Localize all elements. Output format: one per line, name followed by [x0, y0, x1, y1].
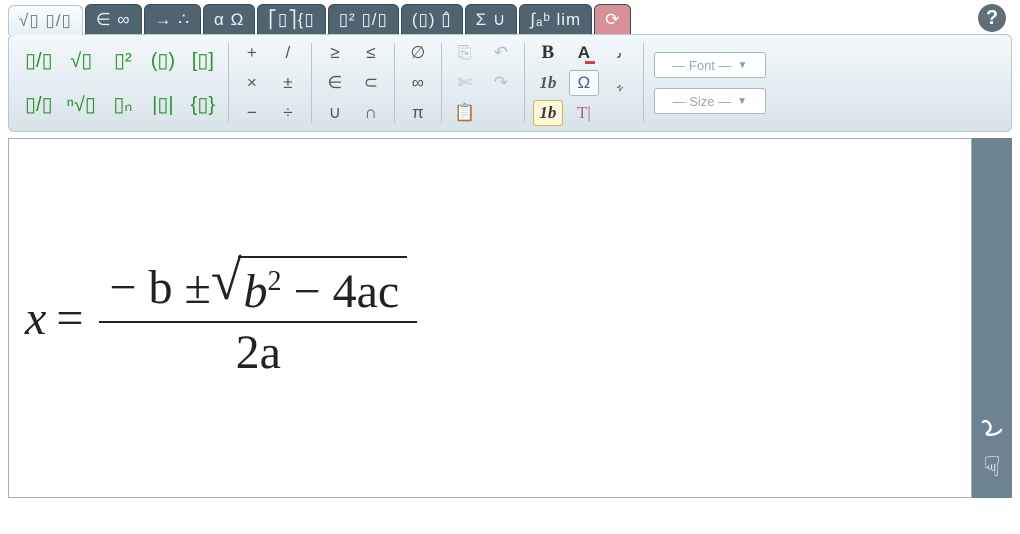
- group-templates: ▯/▯ ▯/▯ √▯ ⁿ√▯ ▯² ▯ₙ (▯) |▯| [▯] {▯}: [15, 39, 226, 127]
- btn-brackets[interactable]: [▯]: [186, 41, 220, 79]
- tab-accents[interactable]: (▯) ▯̂: [401, 4, 463, 34]
- group-format: B 1b 1b A Ω T| ﯨ ﮩ: [527, 39, 641, 127]
- tab-record[interactable]: ⟳: [594, 4, 631, 34]
- btn-fraction-slash[interactable]: ▯/▯: [21, 85, 57, 123]
- btn-infinity[interactable]: ∞: [403, 70, 433, 96]
- ink-stroke-icon: [980, 416, 1004, 450]
- btn-italic[interactable]: 1b: [533, 70, 563, 96]
- btn-charmap[interactable]: Ω: [569, 70, 599, 96]
- btn-redo[interactable]: ↷: [486, 70, 516, 96]
- group-clipboard: ⎘ ✄ 📋 ↶ ↷: [444, 39, 522, 127]
- tab-fences[interactable]: ⎡▯⎤{▯: [257, 4, 325, 34]
- ink-sidebar[interactable]: ☟: [972, 138, 1012, 498]
- btn-cut[interactable]: ✄: [450, 70, 480, 96]
- work-area: x = − b ± √ b2 − 4ac: [8, 138, 1012, 498]
- btn-empty1: [486, 100, 516, 126]
- btn-superscript[interactable]: ▯²: [106, 41, 140, 79]
- pointer-hand-icon: ☟: [983, 450, 1000, 483]
- size-combo[interactable]: — Size —▼: [654, 88, 766, 114]
- equation: x = − b ± √ b2 − 4ac: [25, 254, 417, 382]
- eq-sqrt: √ b2 − 4ac: [211, 256, 407, 319]
- eq-radicand: b2 − 4ac: [238, 258, 408, 319]
- eq-numerator: − b ± √ b2 − 4ac: [99, 254, 417, 321]
- btn-textcolor[interactable]: A: [569, 40, 599, 66]
- btn-rtl1[interactable]: ﯨ: [605, 40, 635, 66]
- group-operators: + × − / ± ÷: [231, 39, 309, 127]
- btn-union[interactable]: ∪: [320, 100, 350, 126]
- btn-subset[interactable]: ⊂: [356, 70, 386, 96]
- btn-pi[interactable]: π: [403, 100, 433, 126]
- btn-slash[interactable]: /: [273, 40, 303, 66]
- btn-braces[interactable]: {▯}: [186, 85, 220, 123]
- tab-arrows[interactable]: → ∴: [144, 4, 202, 34]
- eq-lhs: x: [25, 291, 46, 346]
- tab-greek[interactable]: α Ω: [203, 4, 255, 34]
- btn-parens[interactable]: (▯): [146, 41, 180, 79]
- btn-emptyset[interactable]: ∅: [403, 40, 433, 66]
- btn-leq[interactable]: ≤: [356, 40, 386, 66]
- btn-rtl2[interactable]: ﮩ: [605, 70, 635, 96]
- btn-undo[interactable]: ↶: [486, 40, 516, 66]
- btn-minus[interactable]: −: [237, 100, 267, 126]
- group-font-size: — Font —▼ — Size —▼: [646, 39, 766, 127]
- help-button[interactable]: ?: [978, 4, 1006, 32]
- btn-paste[interactable]: 📋: [450, 100, 480, 126]
- equation-editor: √▯ ▯/▯ ∈ ∞ → ∴ α Ω ⎡▯⎤{▯ ▯² ▯/▯ (▯) ▯̂ Σ…: [0, 0, 1020, 534]
- btn-geq[interactable]: ≥: [320, 40, 350, 66]
- eq-fraction: − b ± √ b2 − 4ac: [99, 254, 417, 382]
- btn-plusminus[interactable]: ±: [273, 70, 303, 96]
- btn-textcursor[interactable]: T|: [569, 100, 599, 126]
- tab-calculus[interactable]: ∫ₐᵇ lim: [519, 4, 592, 34]
- btn-copy[interactable]: ⎘: [450, 40, 480, 66]
- font-combo[interactable]: — Font —▼: [654, 52, 766, 78]
- eq-denominator: 2a: [226, 323, 291, 382]
- btn-subscript[interactable]: ▯ₙ: [106, 85, 140, 123]
- btn-times[interactable]: ×: [237, 70, 267, 96]
- ribbon-toolbar: ▯/▯ ▯/▯ √▯ ⁿ√▯ ▯² ▯ₙ (▯) |▯| [▯] {▯} + ×…: [8, 34, 1012, 132]
- eq-num-left: − b ±: [109, 260, 210, 315]
- equation-canvas[interactable]: x = − b ± √ b2 − 4ac: [8, 138, 972, 498]
- btn-empty2: [605, 100, 635, 126]
- eq-relation: =: [56, 291, 83, 346]
- btn-sqrt[interactable]: √▯: [63, 41, 100, 79]
- tab-sets[interactable]: ∈ ∞: [85, 4, 142, 34]
- tab-bigops[interactable]: Σ ∪: [465, 4, 518, 34]
- tab-templates[interactable]: √▯ ▯/▯: [8, 5, 83, 35]
- btn-nthroot[interactable]: ⁿ√▯: [63, 85, 100, 123]
- btn-fraction[interactable]: ▯/▯: [21, 41, 57, 79]
- btn-style-selected[interactable]: 1b: [533, 100, 563, 126]
- btn-bold[interactable]: B: [533, 40, 563, 66]
- btn-abs[interactable]: |▯|: [146, 85, 180, 123]
- group-constants: ∅ ∞ π: [397, 39, 439, 127]
- tab-scripts[interactable]: ▯² ▯/▯: [328, 4, 399, 34]
- btn-elementof[interactable]: ∈: [320, 70, 350, 96]
- group-relations: ≥ ∈ ∪ ≤ ⊂ ∩: [314, 39, 392, 127]
- tab-row: √▯ ▯/▯ ∈ ∞ → ∴ α Ω ⎡▯⎤{▯ ▯² ▯/▯ (▯) ▯̂ Σ…: [0, 0, 1020, 34]
- btn-intersect[interactable]: ∩: [356, 100, 386, 126]
- btn-divide[interactable]: ÷: [273, 100, 303, 126]
- btn-plus[interactable]: +: [237, 40, 267, 66]
